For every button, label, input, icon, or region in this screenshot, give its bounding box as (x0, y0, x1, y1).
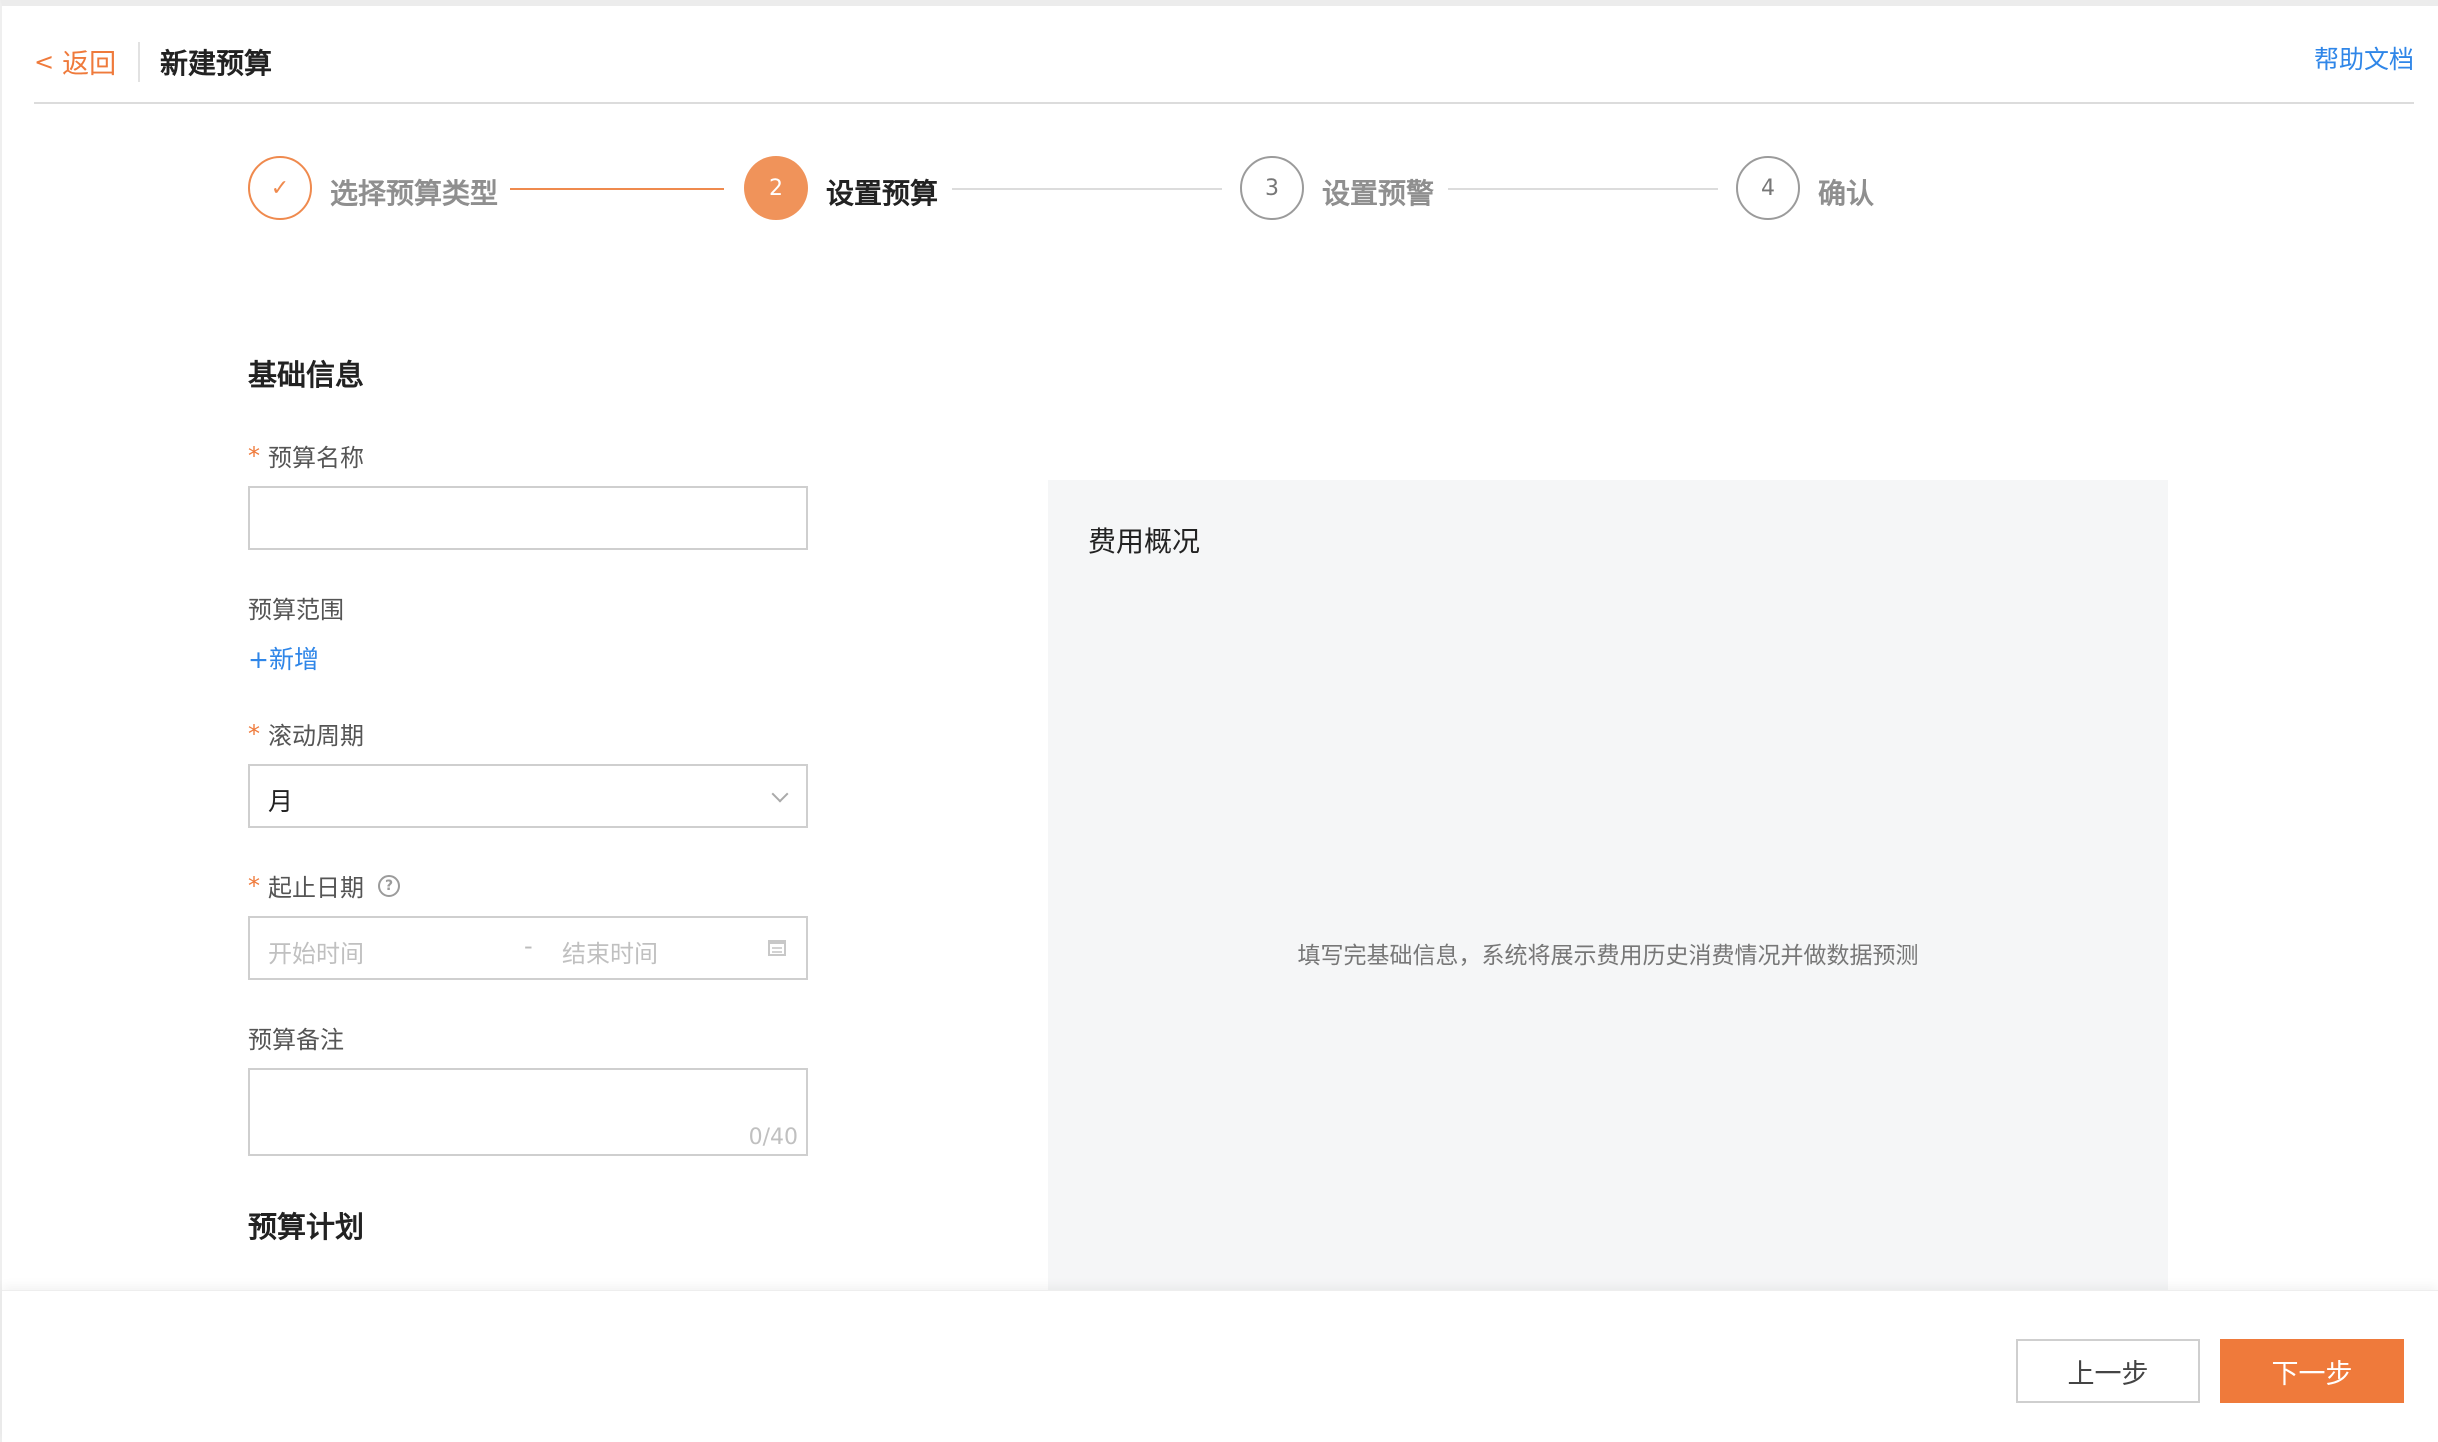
chevron-left-icon: < (34, 47, 55, 76)
budget-name-field[interactable] (248, 486, 808, 550)
back-link[interactable]: < 返回 (34, 42, 116, 81)
step-3-label: 设置预警 (1322, 177, 1435, 210)
page: < 返回 新建预算 帮助文档 ✓ 选择预算类型 2 设置预算 3 设置预警 4 … (0, 0, 2438, 1442)
step-4-circle: 4 (1736, 156, 1800, 220)
char-counter: 0/40 (748, 1125, 798, 1150)
steps-progress: ✓ 选择预算类型 2 设置预算 3 设置预警 4 确认 (248, 156, 1888, 226)
rolling-period-value: 月 (268, 787, 294, 816)
step-1-connector (510, 188, 724, 190)
step-3-circle: 3 (1240, 156, 1304, 220)
header: < 返回 新建预算 帮助文档 (34, 6, 2414, 104)
rolling-period-label-text: 滚动周期 (268, 722, 364, 750)
section-budget-plan: 预算计划 (248, 1210, 365, 1244)
next-step-button[interactable]: 下一步 (2220, 1339, 2404, 1403)
budget-name-label-text: 预算名称 (268, 444, 364, 472)
date-range-label-text: 起止日期 (268, 874, 364, 902)
page-title: 新建预算 (160, 47, 273, 80)
overview-hint: 填写完基础信息，系统将展示费用历史消费情况并做数据预测 (1297, 943, 1919, 969)
required-mark: * (248, 871, 260, 900)
step-4-label: 确认 (1818, 177, 1875, 210)
prev-step-button[interactable]: 上一步 (2016, 1339, 2200, 1403)
budget-name-label: * 预算名称 (248, 438, 364, 473)
chevron-down-icon (771, 785, 789, 803)
date-range-label: * 起止日期 ? (248, 868, 400, 903)
cost-overview-panel: 费用概况 填写完基础信息，系统将展示费用历史消费情况并做数据预测 (1048, 480, 2168, 1290)
overview-title: 费用概况 (1088, 525, 1201, 558)
rolling-period-label: * 滚动周期 (248, 716, 364, 751)
step-1-circle: ✓ (248, 156, 312, 220)
step-2-circle: 2 (744, 156, 808, 220)
step-3-connector (1448, 188, 1718, 190)
budget-note-label: 预算备注 (248, 1020, 344, 1055)
budget-note-field[interactable]: 0/40 (248, 1068, 808, 1156)
start-date-placeholder[interactable]: 开始时间 (268, 934, 364, 969)
date-separator: - (524, 932, 533, 960)
required-mark: * (248, 719, 260, 748)
help-docs-link[interactable]: 帮助文档 (2314, 40, 2414, 76)
required-mark: * (248, 441, 260, 470)
calendar-icon (768, 940, 786, 956)
section-basic-info: 基础信息 (248, 358, 365, 392)
back-label: 返回 (62, 49, 117, 80)
budget-scope-label-text: 预算范围 (248, 596, 344, 624)
step-1-label: 选择预算类型 (330, 177, 499, 210)
end-date-placeholder[interactable]: 结束时间 (562, 934, 658, 969)
question-icon[interactable]: ? (378, 874, 400, 897)
add-scope-link[interactable]: +新增 (248, 640, 319, 676)
step-2-label: 设置预算 (826, 177, 939, 210)
budget-note-label-text: 预算备注 (248, 1026, 344, 1054)
budget-note-textarea[interactable] (250, 1070, 806, 1154)
rolling-period-select[interactable]: 月 (248, 764, 808, 828)
step-2-connector (952, 188, 1222, 190)
check-icon: ✓ (270, 175, 290, 201)
budget-name-input[interactable] (250, 488, 806, 548)
footer-bar: 上一步 下一步 (2, 1290, 2438, 1442)
date-range-picker[interactable]: 开始时间 - 结束时间 (248, 916, 808, 980)
budget-scope-label: 预算范围 (248, 590, 344, 625)
header-divider (138, 42, 140, 82)
